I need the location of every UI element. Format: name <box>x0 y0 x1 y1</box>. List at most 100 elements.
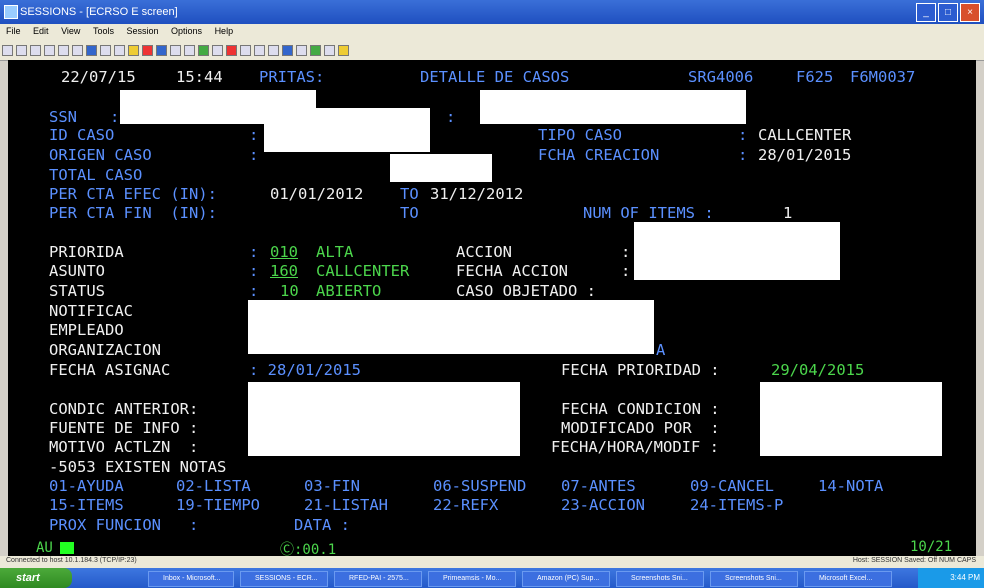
per-cta-efec-from[interactable]: 01/01/2012 <box>270 185 363 205</box>
prioridad-colon: : <box>249 243 259 261</box>
notificac-label: NOTIFICAC <box>49 302 133 320</box>
taskbar: start Inbox - Microsoft... SESSIONS - EC… <box>0 568 984 588</box>
help-icon[interactable] <box>338 45 349 56</box>
connect-icon[interactable] <box>86 45 97 56</box>
per-cta-efec-to[interactable]: 31/12/2012 <box>430 185 523 205</box>
origen-caso-colon: : <box>249 146 259 164</box>
fkey-09[interactable]: 09-CANCEL <box>690 477 774 497</box>
tipo-caso-value: CALLCENTER <box>758 126 852 144</box>
fkey-14[interactable]: 14-NOTA <box>818 477 883 497</box>
redacted-origen <box>390 154 492 182</box>
header-pritas: PRITAS: <box>259 68 325 86</box>
fkey-22[interactable]: 22-REFX <box>433 496 498 516</box>
id-caso-colon: : <box>249 126 259 144</box>
hotspot-icon[interactable] <box>324 45 335 56</box>
fkey-21[interactable]: 21-LISTAH <box>304 496 388 516</box>
arrow-icon[interactable] <box>156 45 167 56</box>
new-icon[interactable] <box>2 45 13 56</box>
terminal-screen[interactable]: 22/07/15 15:44 PRITAS: DETALLE DE CASOS … <box>8 60 976 540</box>
pen-icon[interactable] <box>142 45 153 56</box>
system-tray-clock[interactable]: 3:44 PM <box>918 568 984 588</box>
prioridad-code[interactable]: 010 <box>270 243 298 263</box>
asunto-code[interactable]: 160 <box>270 262 298 282</box>
fecha-asignac-value: : 28/01/2015 <box>249 361 361 379</box>
menu-options[interactable]: Options <box>171 26 202 36</box>
status-text: ABIERTO <box>316 282 382 300</box>
find-icon[interactable] <box>254 45 265 56</box>
per-cta-fin-label: PER CTA FIN (IN): <box>49 204 217 222</box>
close-button[interactable]: × <box>960 3 980 22</box>
header-code2: F6M0037 <box>850 68 916 86</box>
fkey-24[interactable]: 24-ITEMS-P <box>690 496 783 516</box>
fcha-creacion-value: 28/01/2015 <box>758 146 852 164</box>
redacted-employee <box>248 300 654 354</box>
menu-tools[interactable]: Tools <box>93 26 114 36</box>
task-button[interactable]: Screenshots Sni... <box>710 571 798 587</box>
program-id: SRG4006 <box>688 68 754 86</box>
menu-edit[interactable]: Edit <box>33 26 49 36</box>
window-title: SESSIONS - [ECRSO E screen] <box>20 6 178 18</box>
screen-title: DETALLE DE CASOS <box>420 68 570 86</box>
disconnect-icon[interactable] <box>100 45 111 56</box>
capture-icon[interactable] <box>296 45 307 56</box>
font-icon[interactable] <box>268 45 279 56</box>
print-icon[interactable] <box>44 45 55 56</box>
save-icon[interactable] <box>30 45 41 56</box>
macro-icon[interactable] <box>128 45 139 56</box>
menu-help[interactable]: Help <box>215 26 234 36</box>
fecha-prioridad-label: FECHA PRIORIDAD : <box>561 361 720 379</box>
task-button[interactable]: Inbox - Microsoft... <box>148 571 234 587</box>
id-caso-label: ID CASO <box>49 126 115 144</box>
fkey-03[interactable]: 03-FIN <box>304 477 360 497</box>
task-button[interactable]: RFED-PAI - 2575... <box>334 571 422 587</box>
prioridad-label: PRIORIDA <box>49 243 124 261</box>
minimize-button[interactable]: _ <box>916 3 936 22</box>
empleado-label: EMPLEADO <box>49 321 124 339</box>
caso-objetado-label: CASO OBJETADO : <box>456 282 596 300</box>
zoom-icon[interactable] <box>240 45 251 56</box>
keyboard-icon[interactable] <box>226 45 237 56</box>
record-icon[interactable] <box>114 45 125 56</box>
header-time: 15:44 <box>176 68 223 86</box>
redacted-id-caso[interactable] <box>264 108 430 152</box>
open-icon[interactable] <box>16 45 27 56</box>
menu-session[interactable]: Session <box>126 26 158 36</box>
fcha-creacion-label: FCHA CREACION <box>538 146 660 164</box>
redacted-condic[interactable] <box>248 382 520 456</box>
fkey-19[interactable]: 19-TIEMPO <box>176 496 260 516</box>
fkey-07[interactable]: 07-ANTES <box>561 477 636 497</box>
redacted-accion[interactable] <box>634 222 840 280</box>
status-bar-left: Connected to host 10.1.184.3 (TCP/IP:23) <box>6 557 137 564</box>
condic-anterior-label: CONDIC ANTERIOR: <box>49 400 199 418</box>
task-button[interactable]: Amazon (PC) Sup... <box>522 571 610 587</box>
paste-icon[interactable] <box>72 45 83 56</box>
task-button[interactable]: Primeamsis - Mo... <box>428 571 516 587</box>
organizacion-label: ORGANIZACION <box>49 341 161 359</box>
status-code[interactable]: 10 <box>280 282 299 302</box>
modificado-por-label: MODIFICADO POR : <box>561 419 720 437</box>
fkey-23[interactable]: 23-ACCION <box>561 496 645 516</box>
maximize-button[interactable]: □ <box>938 3 958 22</box>
start-button[interactable]: start <box>0 568 72 588</box>
receive-icon[interactable] <box>184 45 195 56</box>
fkey-02[interactable]: 02-LISTA <box>176 477 251 497</box>
task-button[interactable]: Microsoft Excel... <box>804 571 892 587</box>
fkey-06[interactable]: 06-SUSPEND <box>433 477 526 497</box>
fcha-creacion-colon: : <box>738 146 748 164</box>
color-icon[interactable] <box>282 45 293 56</box>
app-icon <box>4 5 18 19</box>
copy-icon[interactable] <box>58 45 69 56</box>
macro-run-icon[interactable] <box>310 45 321 56</box>
fkey-15[interactable]: 15-ITEMS <box>49 496 124 516</box>
fkey-01[interactable]: 01-AYUDA <box>49 477 124 497</box>
send-icon[interactable] <box>170 45 181 56</box>
menu-file[interactable]: File <box>6 26 21 36</box>
menu-view[interactable]: View <box>61 26 80 36</box>
status-colon: : <box>249 282 259 300</box>
transfer-icon[interactable] <box>198 45 209 56</box>
tipo-caso-colon: : <box>738 126 748 144</box>
settings-icon[interactable] <box>212 45 223 56</box>
task-button[interactable]: Screenshots Sni... <box>616 571 704 587</box>
task-button[interactable]: SESSIONS - ECR... <box>240 571 328 587</box>
asunto-label: ASUNTO <box>49 262 105 280</box>
